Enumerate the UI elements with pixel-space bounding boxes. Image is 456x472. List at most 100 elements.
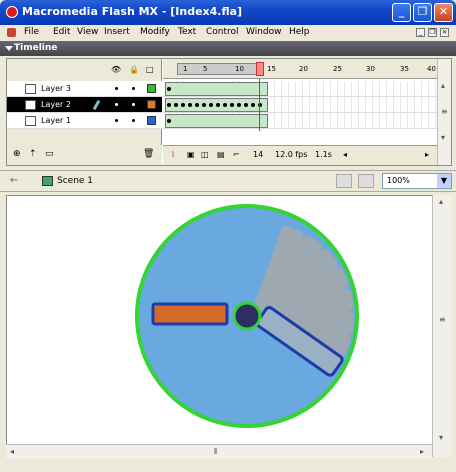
outline-all-icon[interactable]: □ xyxy=(146,65,154,74)
pencil-icon xyxy=(92,99,101,111)
keyframe-dot[interactable] xyxy=(181,103,185,107)
frame-rate[interactable]: 12.0 fps xyxy=(275,150,307,159)
restore-button[interactable]: ❐ xyxy=(413,3,432,22)
timeline-header[interactable]: Timeline xyxy=(0,41,456,56)
menu-help[interactable]: Help xyxy=(289,27,310,37)
onion-skin-icon[interactable]: ▣ xyxy=(187,150,195,159)
edit-symbols-icon[interactable] xyxy=(358,174,374,188)
keyframe-dot[interactable] xyxy=(244,103,248,107)
keyframe-dot[interactable] xyxy=(167,119,171,123)
insert-layer-icon[interactable]: ⊕ xyxy=(13,149,21,159)
menu-file[interactable]: File xyxy=(24,27,39,37)
keyframe-dot[interactable] xyxy=(195,103,199,107)
visibility-dot[interactable] xyxy=(115,103,118,106)
ruler-label: 1 xyxy=(183,65,188,73)
lock-dot[interactable] xyxy=(132,103,135,106)
menu-text[interactable]: Text xyxy=(178,27,196,37)
frame-row-layer3[interactable] xyxy=(163,81,438,97)
frame-span[interactable] xyxy=(165,82,268,96)
scroll-thumb-grip-icon[interactable]: ≡ xyxy=(441,107,448,116)
menu-modify[interactable]: Modify xyxy=(140,27,170,37)
modify-onion-markers-icon[interactable]: ⌐ xyxy=(233,150,240,159)
zoom-value: 100% xyxy=(387,176,410,185)
layer-row-layer3[interactable]: Layer 3 xyxy=(7,81,162,97)
scroll-down-icon[interactable]: ▾ xyxy=(439,433,443,442)
keyframe-dot[interactable] xyxy=(223,103,227,107)
frame-ruler[interactable]: 1 5 10 15 20 25 30 35 40 xyxy=(163,59,438,79)
stage[interactable] xyxy=(6,195,452,457)
frame-span[interactable] xyxy=(165,114,268,128)
scroll-thumb-grip-icon[interactable]: ⦀ xyxy=(214,447,218,457)
delete-layer-icon[interactable]: 🗑 xyxy=(143,149,154,159)
onion-skin-outlines-icon[interactable]: ◫ xyxy=(201,150,209,159)
scroll-up-icon[interactable]: ▴ xyxy=(441,81,445,90)
close-button[interactable]: ✕ xyxy=(434,3,453,22)
frame-row-layer2[interactable] xyxy=(163,97,438,113)
edit-multiple-frames-icon[interactable]: ▤ xyxy=(217,150,225,159)
document-icon[interactable] xyxy=(7,28,16,37)
timeline-vertical-scrollbar[interactable]: ▴ ≡ ▾ xyxy=(437,59,451,165)
keyframe-dot[interactable] xyxy=(237,103,241,107)
keyframe-dot[interactable] xyxy=(167,103,171,107)
minimize-button[interactable]: _ xyxy=(392,3,411,22)
visibility-dot[interactable] xyxy=(115,87,118,90)
collapse-arrow-icon[interactable] xyxy=(5,46,13,51)
layer-name[interactable]: Layer 3 xyxy=(41,84,71,93)
menu-insert[interactable]: Insert xyxy=(104,27,130,37)
edit-bar: ← Scene 1 100% ▼ xyxy=(0,170,456,192)
ruler-label: 15 xyxy=(267,65,276,73)
back-arrow-icon[interactable]: ← xyxy=(10,175,18,186)
keyframe-dot[interactable] xyxy=(251,103,255,107)
stage-vertical-scrollbar[interactable]: ▴ ≡ ▾ xyxy=(432,195,452,457)
keyframe-dot[interactable] xyxy=(174,103,178,107)
scroll-right-icon[interactable]: ▸ xyxy=(420,447,424,456)
scroll-right-icon[interactable]: ▸ xyxy=(425,150,429,159)
scroll-thumb-grip-icon[interactable]: ≡ xyxy=(439,315,446,324)
scene-label[interactable]: Scene 1 xyxy=(57,176,93,186)
layer-row-layer2[interactable]: Layer 2 xyxy=(7,97,162,113)
ruler-label: 25 xyxy=(333,65,342,73)
center-frame-icon[interactable]: ⌇ xyxy=(171,150,175,159)
doc-minimize-button[interactable]: _ xyxy=(416,28,425,37)
menu-view[interactable]: View xyxy=(77,27,98,37)
edit-scene-icon[interactable] xyxy=(336,174,352,188)
zoom-select[interactable]: 100% ▼ xyxy=(382,173,452,189)
scroll-left-icon[interactable]: ◂ xyxy=(10,447,14,456)
outline-color-swatch[interactable] xyxy=(147,116,156,125)
keyframe-dot[interactable] xyxy=(230,103,234,107)
scroll-down-icon[interactable]: ▾ xyxy=(441,133,445,142)
menu-edit[interactable]: Edit xyxy=(53,27,70,37)
keyframe-dot[interactable] xyxy=(202,103,206,107)
onion-skin-range[interactable] xyxy=(177,63,261,75)
chevron-down-icon[interactable]: ▼ xyxy=(437,174,451,188)
ruler-label: 35 xyxy=(400,65,409,73)
flash-app-icon[interactable] xyxy=(6,6,18,18)
layer-name[interactable]: Layer 2 xyxy=(41,100,71,109)
playhead[interactable] xyxy=(256,62,264,76)
scroll-up-icon[interactable]: ▴ xyxy=(439,197,443,206)
doc-close-button[interactable]: × xyxy=(440,28,449,37)
menu-window[interactable]: Window xyxy=(246,27,282,37)
keyframe-dot[interactable] xyxy=(216,103,220,107)
lock-dot[interactable] xyxy=(132,87,135,90)
visibility-dot[interactable] xyxy=(115,119,118,122)
show-hide-all-eye-icon[interactable]: 👁 xyxy=(111,65,121,74)
scroll-left-icon[interactable]: ◂ xyxy=(343,150,347,159)
insert-folder-icon[interactable]: ▭ xyxy=(45,149,54,159)
add-guide-layer-icon[interactable]: ⇡ xyxy=(29,149,37,159)
keyframe-dot[interactable] xyxy=(209,103,213,107)
layer-row-layer1[interactable]: Layer 1 xyxy=(7,113,162,129)
keyframe-dot[interactable] xyxy=(167,87,171,91)
lock-all-icon[interactable]: 🔒 xyxy=(129,65,139,74)
menu-control[interactable]: Control xyxy=(206,27,239,37)
stage-canvas xyxy=(135,204,359,428)
keyframe-dot[interactable] xyxy=(188,103,192,107)
frame-row-layer1[interactable] xyxy=(163,113,438,129)
layer-name[interactable]: Layer 1 xyxy=(41,116,71,125)
orange-bar xyxy=(151,302,229,326)
outline-color-swatch[interactable] xyxy=(147,84,156,93)
outline-color-swatch[interactable] xyxy=(147,100,156,109)
stage-horizontal-scrollbar[interactable]: ◂ ⦀ ▸ xyxy=(6,444,432,459)
lock-dot[interactable] xyxy=(132,119,135,122)
doc-restore-button[interactable]: ❐ xyxy=(428,28,437,37)
